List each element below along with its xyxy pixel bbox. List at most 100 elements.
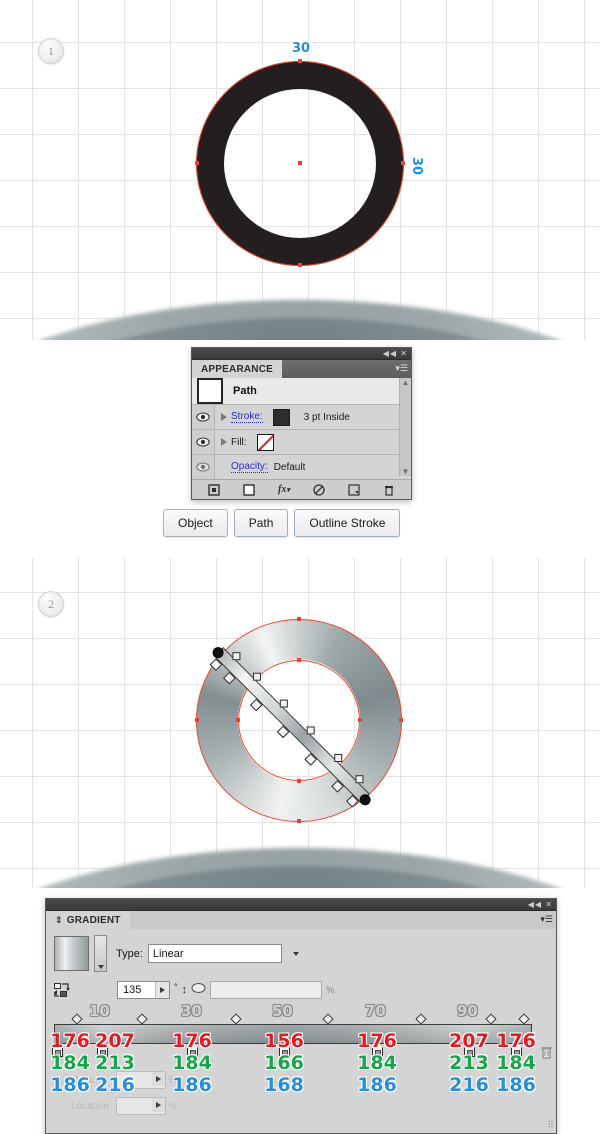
tab-filler [129,911,556,929]
location-stepper-icon[interactable] [152,1098,165,1112]
panel-window-controls[interactable]: ◀◀ ✕ [383,348,408,359]
fill-none-swatch[interactable] [256,433,274,451]
appearance-row-opacity[interactable]: Opacity: Default [192,455,399,479]
gradient-aspect-input[interactable] [210,981,323,999]
ruler-number: 90 [457,1002,478,1020]
gradient-preview-swatch[interactable] [54,936,89,971]
collapse-icon[interactable]: ◀◀ [383,349,397,358]
outline-stroke-button[interactable]: Outline Stroke [294,509,401,537]
anchor-point[interactable] [298,263,302,267]
anchor-point[interactable] [358,718,362,722]
percent-symbol: % [168,1101,177,1112]
scroll-down-icon[interactable]: ▼ [402,467,410,476]
stroke-weight-value[interactable]: 3 pt Inside [304,412,350,423]
step-badge-1: 1 [38,38,64,64]
gradient-annotator-midpoint[interactable] [232,652,241,661]
anchor-point[interactable] [297,819,301,823]
panel-titlebar[interactable]: ◀◀ ✕ [46,899,556,911]
anchor-point[interactable] [297,617,301,621]
anchor-point[interactable] [297,658,301,662]
gradient-annotator-midpoint[interactable] [279,699,288,708]
visibility-toggle-icon[interactable] [192,430,215,454]
scroll-up-icon[interactable]: ▲ [402,378,410,387]
delete-stop-icon[interactable] [540,1045,553,1062]
path-button[interactable]: Path [233,509,289,537]
stroke-label[interactable]: Stroke: [231,411,263,423]
add-new-effect-icon[interactable]: fx ▾ [266,484,301,495]
stroke-color-swatch[interactable] [272,408,290,426]
appearance-item-path[interactable]: Path [192,378,399,405]
panel-resize-grip[interactable]: ⠿ [547,1120,554,1131]
visibility-toggle-icon[interactable] [192,405,215,429]
visibility-toggle-icon[interactable] [192,455,215,479]
anchor-point[interactable] [297,779,301,783]
gradient-presets-dropdown[interactable] [94,935,107,972]
angle-stepper-icon[interactable] [155,982,169,998]
anchor-point[interactable] [236,718,240,722]
gradient-midpoint[interactable] [71,1013,83,1025]
gradient-midpoint[interactable] [485,1013,497,1025]
gradient-location-input[interactable] [116,1097,166,1115]
fill-label[interactable]: Fill: [231,437,247,448]
add-new-stroke-icon[interactable] [196,483,231,496]
anchor-point[interactable] [298,59,302,63]
gradient-midpoint[interactable] [415,1013,427,1025]
ruler-number: 10 [89,1002,110,1020]
delete-item-icon[interactable] [372,484,407,496]
chevron-down-icon[interactable] [287,945,305,962]
ring-artwork-gradient-wrap[interactable] [195,617,403,823]
opacity-stepper-icon[interactable] [152,1072,165,1086]
tab-gradient[interactable]: ⇕ GRADIENT [46,911,130,929]
gradient-annotator-midpoint[interactable] [252,672,261,681]
gradient-annotator-midpoint[interactable] [334,754,343,763]
reverse-gradient-icon[interactable] [53,982,71,998]
stop-rgb-readout: 207 213 216 [93,1030,137,1096]
step-badge-2: 2 [38,591,64,617]
anchor-point[interactable] [195,161,199,165]
close-icon[interactable]: ✕ [400,349,408,358]
appearance-row-stroke[interactable]: Stroke: 3 pt Inside [192,405,399,430]
close-icon[interactable]: ✕ [545,900,553,909]
ruler-number: 30 [181,1002,202,1020]
panel-window-controls[interactable]: ◀◀ ✕ [528,899,553,910]
panel-titlebar[interactable]: ◀◀ ✕ [192,348,411,360]
clear-appearance-icon[interactable] [302,483,337,496]
drag-handle-icon[interactable]: ⇕ [55,915,63,926]
gradient-type-select[interactable]: Linear [147,944,282,963]
expand-arrow-icon[interactable] [221,413,227,421]
gradient-annotator-midpoint[interactable] [355,775,364,784]
gradient-type-label: Type: [116,947,143,960]
panel-menu-icon[interactable]: ▾☰ [540,914,553,925]
gradient-annotator-midpoint[interactable] [306,726,315,735]
gradient-angle-input[interactable]: 135 [117,981,170,999]
appearance-scrollbar[interactable]: ▲ ▼ [399,378,411,476]
stop-rgb-readout: 207 213 216 [447,1030,491,1096]
opacity-value[interactable]: Default [274,462,306,473]
rgb-red-value: 156 [264,1030,304,1052]
ellipse-icon [191,981,206,999]
rgb-red-value: 176 [172,1030,212,1052]
appearance-row-fill[interactable]: Fill: [192,430,399,455]
gradient-midpoint[interactable] [518,1013,530,1025]
rgb-red-value: 207 [95,1030,135,1052]
gradient-midpoint[interactable] [322,1013,334,1025]
duplicate-item-icon[interactable] [337,483,372,496]
opacity-label[interactable]: Opacity: [231,461,268,473]
rgb-red-value: 176 [496,1030,536,1052]
expand-arrow-icon[interactable] [221,438,227,446]
tab-filler [282,360,411,378]
degree-symbol: ° [174,982,178,992]
anchor-point[interactable] [399,718,403,722]
panel-menu-icon[interactable]: ▾☰ [395,363,408,374]
anchor-point[interactable] [401,161,405,165]
rgb-blue-value: 168 [264,1074,304,1096]
tab-appearance[interactable]: APPEARANCE [192,360,283,378]
percent-symbol: % [326,985,335,995]
aspect-ratio-icon: ↕ [181,983,188,996]
gradient-midpoint[interactable] [136,1013,148,1025]
add-new-fill-icon[interactable] [231,483,266,496]
anchor-point[interactable] [195,718,199,722]
gradient-midpoint[interactable] [230,1013,242,1025]
collapse-icon[interactable]: ◀◀ [528,900,542,909]
object-button[interactable]: Object [163,509,228,537]
